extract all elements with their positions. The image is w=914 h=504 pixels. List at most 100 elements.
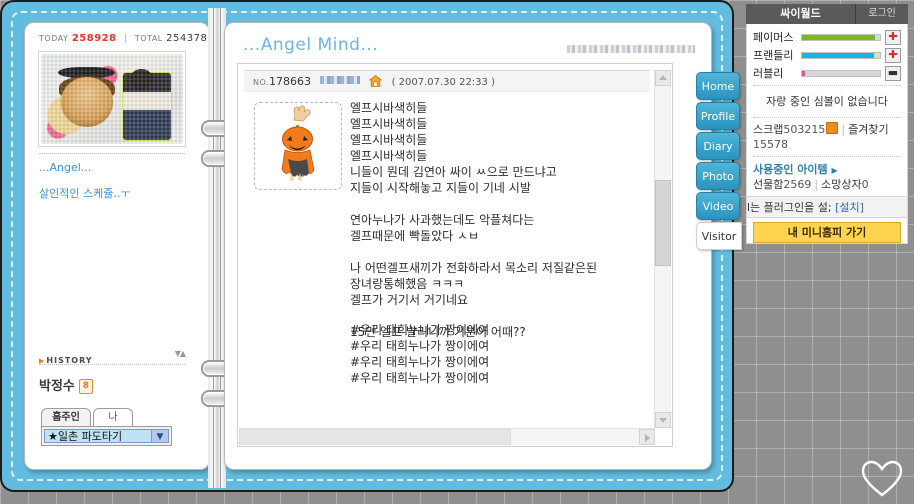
profile-collage-photo — [41, 54, 183, 144]
post-no-label: NO. — [253, 78, 269, 87]
stat-bar-friendly — [801, 51, 881, 59]
today-label: TODAY — [39, 34, 69, 43]
nav-item-photo[interactable]: Photo — [696, 162, 740, 190]
visitor-board-content: NO.178663 ( 2007.07.30 22:33 ) 엘프시바색히들 엘… — [237, 63, 673, 447]
history-toggle-arrows-icon[interactable]: ▼▲ — [175, 349, 186, 358]
blurred-url — [567, 45, 695, 53]
vertical-scrollbar[interactable] — [654, 70, 671, 428]
cyworld-header: 싸이월드 로그인 — [746, 4, 908, 24]
total-label: TOTAL — [134, 34, 163, 43]
owner-name: 박정수 8 — [39, 375, 93, 394]
total-count: 2543781 — [166, 33, 215, 44]
owner-badge-icon: 8 — [78, 379, 93, 394]
login-button[interactable]: 로그인 — [856, 4, 908, 24]
scroll-right-button[interactable] — [639, 429, 655, 445]
no-symbol-message: 자랑 중인 심볼이 없습니다 — [766, 95, 888, 108]
stat-label-lovely: 러블리 — [753, 67, 784, 80]
scroll-up-button[interactable] — [655, 70, 671, 86]
ilchon-select-value: ★일촌 파도타기 — [48, 430, 123, 443]
blurred-nickname — [320, 76, 361, 84]
gift-count: 2569 — [783, 178, 812, 191]
stat-row-famous: 페이머스 ✚ — [753, 29, 901, 45]
today-count: 258928 — [71, 33, 117, 44]
scrap-count: 503215 — [783, 123, 826, 136]
post-body-bottom: #우리 태희누나가 짱이에여 #우리 태희누나가 짱이에여 #우리 태희누나가 … — [350, 323, 490, 385]
nav-item-profile[interactable]: Profile — [696, 102, 740, 130]
row-separator: | — [841, 123, 846, 136]
nav-item-diary[interactable]: Diary — [696, 132, 740, 160]
caret-right-icon: ▶ — [831, 166, 838, 175]
pixelation-overlay — [41, 54, 183, 144]
post-body-top: 엘프시바색히들 엘프시바색히들 엘프시바색히들 엘프시바색히들 니들이 뭔데 김… — [350, 101, 598, 339]
profile-photo-frame[interactable] — [38, 51, 186, 147]
stat-row-friendly: 프랜들리 ✚ — [753, 47, 901, 63]
scrap-icon[interactable] — [826, 122, 839, 134]
stat-row-lovely: 러블리 ▬ — [753, 65, 901, 81]
owner-name-text: 박정수 — [39, 379, 75, 394]
plugin-install-link[interactable]: [설치] — [835, 201, 864, 214]
panel-divider — [753, 117, 901, 118]
scrap-favorite-row: 스크랩503215 | 즐겨찾기 15578 — [753, 122, 901, 152]
history-divider — [39, 364, 185, 365]
stat-label-famous: 페이머스 — [753, 31, 794, 44]
tab-me[interactable]: 나 — [93, 408, 133, 426]
visit-counter: TODAY 258928 | TOTAL 2543781 — [39, 33, 214, 44]
nav-item-home[interactable]: Home — [696, 72, 740, 100]
stat-plus-button-friendly[interactable]: ✚ — [885, 47, 901, 63]
nav-item-video[interactable]: Video — [696, 192, 740, 220]
triangle-right-icon — [644, 434, 650, 442]
favorite-count: 15578 — [753, 138, 788, 151]
ilchon-select[interactable]: ★일촌 파도타기 ▼ — [44, 429, 169, 443]
plugin-notice-text: l는 플러그인을 설; — [747, 201, 832, 214]
wish-count: 0 — [861, 178, 869, 191]
divider-line — [39, 153, 185, 154]
chevron-down-icon[interactable]: ▼ — [151, 430, 168, 442]
tab-homeowner[interactable]: 홈주인 — [41, 408, 91, 426]
post-date: ( 2007.07.30 22:33 ) — [391, 77, 495, 88]
gift-link[interactable]: 선물함 — [753, 178, 783, 191]
page-title: ...Angel Mind... — [243, 35, 379, 55]
counter-separator: | — [123, 34, 128, 44]
mood-line-1: ...Angel... — [39, 161, 92, 174]
cyworld-side-panel: 싸이월드 로그인 페이머스 ✚ 프랜들리 ✚ 러블리 ▬ 자랑 중인 심볼이 없… — [746, 4, 908, 244]
plugin-notice: l는 플러그인을 설; [설치] — [747, 196, 907, 218]
stat-minus-button-lovely[interactable]: ▬ — [885, 65, 901, 81]
gift-wish-row: 선물함2569 | 소망상자0 — [753, 177, 901, 192]
history-header[interactable]: ▶ HISTORY ▼▲ — [39, 348, 186, 365]
heart-icon — [861, 460, 903, 497]
stat-bar-famous — [801, 33, 881, 41]
pumpkin-figure — [281, 105, 315, 181]
house-icon[interactable] — [369, 75, 383, 87]
panel-divider — [753, 156, 901, 157]
horizontal-scroll-thumb[interactable] — [239, 429, 511, 445]
go-minihompy-button[interactable]: 내 미니홈피 가기 — [753, 222, 901, 243]
ilchon-select-wrapper: ★일촌 파도타기 ▼ — [41, 426, 172, 446]
nav-item-visitor[interactable]: Visitor — [696, 222, 742, 250]
pumpkin-head-character-emoticon — [254, 102, 342, 190]
triangle-up-icon — [659, 75, 667, 80]
stat-bar-lovely — [801, 69, 881, 77]
scrap-link[interactable]: 스크랩 — [753, 123, 783, 136]
cyworld-logo[interactable]: 싸이월드 — [746, 4, 856, 24]
favorite-link[interactable]: 즐겨찾기 — [848, 123, 888, 136]
left-page: TODAY 258928 | TOTAL 2543781 ...Angel...… — [24, 22, 214, 470]
section-nav: Home Profile Diary Photo Video Visitor — [696, 72, 742, 252]
triangle-down-icon — [659, 418, 667, 423]
owner-tabs: 홈주인 나 — [41, 408, 171, 426]
row-separator: | — [814, 178, 819, 191]
cyworld-panel-body: 페이머스 ✚ 프랜들리 ✚ 러블리 ▬ 자랑 중인 심볼이 없습니다 스크랩50… — [746, 24, 908, 244]
wish-link[interactable]: 소망상자 — [821, 178, 861, 191]
mood-line-2: 살인적인 스케쥴..ㅜ — [39, 187, 131, 200]
post-no-value: 178663 — [269, 75, 311, 88]
use-item-label: 사용중인 아이템 — [753, 163, 828, 176]
use-item-link[interactable]: 사용중인 아이템 ▶ — [753, 161, 901, 177]
horizontal-scrollbar[interactable] — [239, 428, 655, 445]
minihompy-book: TODAY 258928 | TOTAL 2543781 ...Angel...… — [0, 0, 742, 492]
right-page: ...Angel Mind... NO.178663 ( 2007.07.30 … — [224, 22, 712, 470]
post-header: NO.178663 ( 2007.07.30 22:33 ) — [244, 70, 650, 92]
stat-label-friendly: 프랜들리 — [753, 49, 794, 62]
vertical-scroll-thumb[interactable] — [655, 180, 671, 266]
stat-plus-button-famous[interactable]: ✚ — [885, 29, 901, 45]
panel-divider — [753, 85, 901, 86]
scroll-down-button[interactable] — [655, 412, 671, 428]
